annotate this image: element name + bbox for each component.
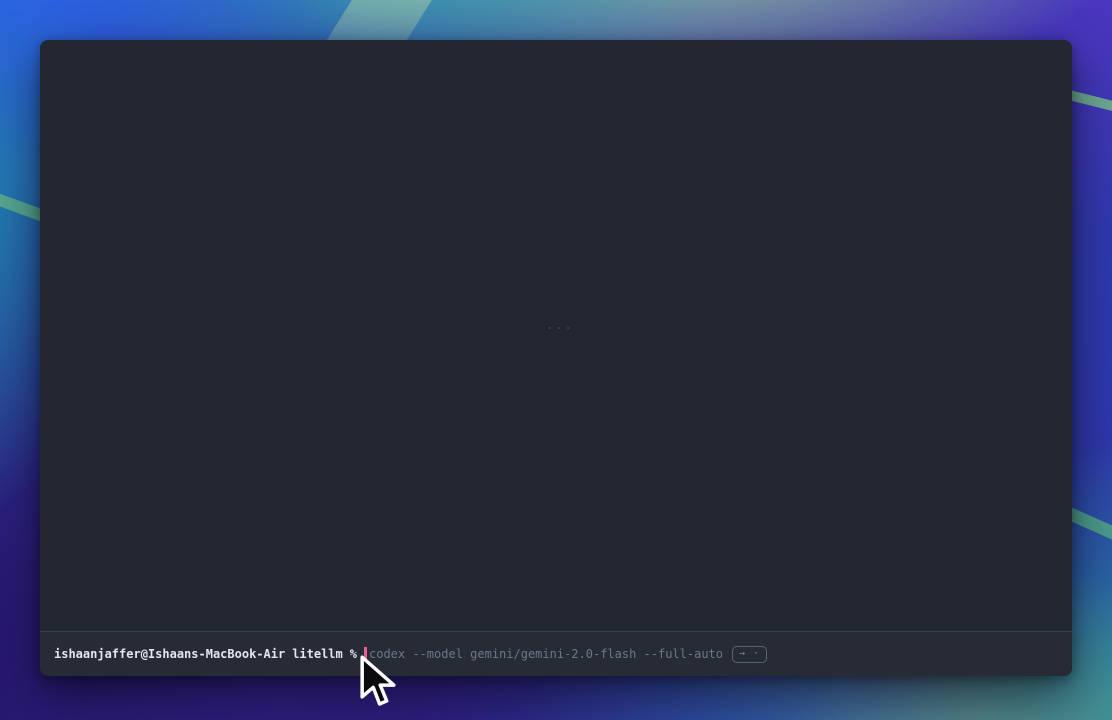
terminal-output-ellipsis: ... <box>546 318 574 332</box>
shell-prompt-line[interactable]: ishaanjaffer@Ishaans-MacBook-Air litellm… <box>54 646 767 663</box>
prompt-user-host: ishaanjaffer@Ishaans-MacBook-Air <box>54 646 285 662</box>
text-cursor[interactable] <box>364 647 367 662</box>
tab-accept-hint-badge: → · <box>732 646 767 663</box>
terminal-window[interactable]: ... ishaanjaffer@Ishaans-MacBook-Air lit… <box>40 40 1072 676</box>
terminal-output-area: ... <box>40 40 1072 631</box>
prompt-directory: litellm <box>292 646 343 662</box>
desktop: ... ishaanjaffer@Ishaans-MacBook-Air lit… <box>0 0 1112 720</box>
autosuggestion-text: codex --model gemini/gemini-2.0-flash --… <box>369 646 723 662</box>
terminal-prompt-bar: ishaanjaffer@Ishaans-MacBook-Air litellm… <box>40 632 1072 676</box>
prompt-symbol: % <box>350 646 357 662</box>
